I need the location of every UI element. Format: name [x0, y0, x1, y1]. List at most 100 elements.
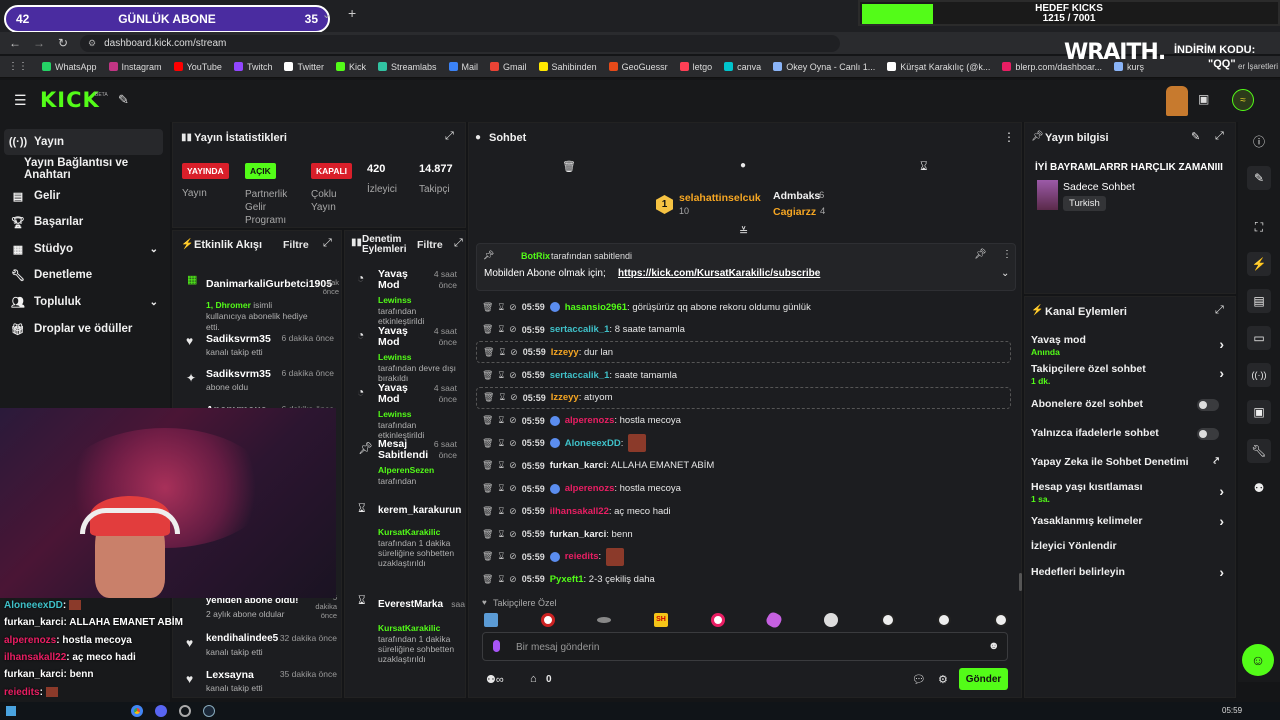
taskbar-steam-icon[interactable] [203, 705, 215, 717]
bookmark-item[interactable]: Twitch [233, 62, 272, 72]
emote-icon[interactable] [993, 613, 1008, 627]
pinned-link[interactable]: https://kick.com/KursatKarakilic/subscri… [618, 268, 820, 279]
bookmark-item[interactable]: canva [724, 62, 761, 72]
emote-icon[interactable] [540, 613, 555, 627]
ban-icon[interactable]: ⊘ [509, 324, 517, 335]
collapse-icon[interactable]: ≚ [739, 225, 748, 238]
timeout-icon[interactable]: ⌛︎ [499, 392, 505, 403]
followers-only-action[interactable]: Takipçilere özel sohbet 1 dk. › [1031, 363, 1227, 387]
chat-icon[interactable]: ▭ [1247, 326, 1271, 350]
delete-message-icon[interactable]: 🗑︎ [482, 324, 493, 335]
account-age-action[interactable]: Hesap yaşı kısıtlaması 1 sa. › [1031, 481, 1227, 505]
bookmark-item[interactable]: Mail [448, 62, 478, 72]
bookmark-item[interactable]: YouTube [173, 62, 222, 72]
taskbar-chrome-icon[interactable] [131, 705, 143, 717]
ban-icon[interactable]: ⊘ [509, 415, 517, 426]
emotes-only-action[interactable]: Yalnızca ifadelerle sohbet [1031, 427, 1227, 441]
bookmark-item[interactable]: Twitter [284, 62, 324, 72]
emote-icon[interactable] [937, 613, 952, 627]
bookmark-item[interactable]: letgo [679, 62, 712, 72]
list-icon[interactable]: ▤ [1247, 289, 1271, 313]
taskbar-discord-icon[interactable] [155, 705, 167, 717]
delete-message-icon[interactable]: 🗑︎ [482, 302, 493, 313]
delete-message-icon[interactable]: 🗑︎ [482, 574, 493, 585]
bookmark-item[interactable]: Streamlabs [377, 62, 437, 72]
chat-message[interactable]: 🗑︎ ⌛︎ ⊘ 05:59 sertaccalik_1: saate tamamla [482, 364, 677, 386]
subscribers-only-toggle[interactable] [1197, 399, 1219, 411]
chat-settings-bubble-icon[interactable]: 💬︎ [912, 673, 926, 686]
more-icon[interactable]: ⋮ [1003, 130, 1015, 144]
hourglass-icon[interactable]: ⌛︎ [920, 159, 928, 174]
timeout-icon[interactable]: ⌛︎ [498, 370, 504, 381]
info-icon[interactable]: ⓘ [1247, 129, 1271, 153]
scan-icon[interactable]: ⛶ [1247, 215, 1271, 239]
message-username[interactable]: ilhansakall22 [550, 506, 609, 517]
mic-icon[interactable] [493, 640, 500, 652]
emote-icon[interactable] [823, 613, 838, 627]
chat-mode-icon[interactable]: ● [740, 160, 746, 171]
sidebar-item-basarilar[interactable]: 🏆︎ Başarılar [0, 209, 170, 235]
emote-icon[interactable] [764, 610, 784, 630]
pin-icon[interactable]: ✎ [118, 92, 129, 108]
chat-message[interactable]: 🗑︎ ⌛︎ ⊘ 05:59 AloneeexDD: [482, 432, 647, 454]
message-username[interactable]: furkan_karci [550, 529, 607, 540]
message-username[interactable]: Pyxeft1 [550, 574, 584, 585]
ban-icon[interactable]: ⊘ [509, 574, 517, 585]
activity-filter-button[interactable]: Filtre [283, 239, 309, 251]
message-username[interactable]: reiedits [565, 551, 599, 562]
bookmark-item[interactable]: GeoGuessr [608, 62, 668, 72]
ban-icon[interactable]: ⊘ [509, 506, 517, 517]
bookmark-item[interactable]: Instagram [108, 62, 162, 72]
sidebar-item-gelir[interactable]: ▤ Gelir [0, 183, 170, 209]
banned-words-action[interactable]: Yasaklanmış kelimeler › [1031, 513, 1227, 529]
bolt-icon[interactable]: ⚡ [1247, 252, 1271, 276]
chat-message[interactable]: 🗑︎ ⌛︎ ⊘ 05:59 furkan_karci: ALLAHA EMANET AB… [482, 455, 714, 477]
emoji-icon[interactable]: ☻ [988, 640, 1000, 652]
subscribers-only-action[interactable]: Abonelere özel sohbet [1031, 398, 1227, 412]
emote-icon[interactable] [484, 613, 498, 627]
chat-message[interactable]: 🗑︎ ⌛︎ ⊘ 05:59 Pyxeft1: 2-3 çekiliş daha [482, 568, 655, 590]
slow-mode-action[interactable]: Yavaş mod Anında › [1031, 334, 1227, 358]
leader-name[interactable]: Admbaks [773, 190, 820, 202]
chat-message[interactable]: 🗑︎ ⌛︎ ⊘ 05:59 alperenozs: hostla mecoya [482, 410, 681, 432]
tab-dropdown-icon[interactable]: ⌄ [322, 8, 331, 21]
chat-scrollbar[interactable] [1019, 573, 1022, 591]
delete-message-icon[interactable]: 🗑︎ [483, 347, 494, 358]
points-icon[interactable]: ⚉∞ [486, 673, 504, 686]
taskbar-app-icon[interactable] [179, 705, 191, 717]
bookmark-item[interactable]: Gmail [490, 62, 527, 72]
emote-icon[interactable] [597, 617, 612, 623]
gear-icon[interactable]: ⚙ [938, 673, 948, 686]
expand-pinned-icon[interactable]: ⌄ [1001, 268, 1009, 279]
emote-icon[interactable] [710, 613, 725, 627]
bookmark-item[interactable]: Sahibinden [538, 62, 597, 72]
chat-message[interactable]: 🗑︎ ⌛︎ ⊘ 05:59 Izzeyy: atıyom [476, 386, 1011, 409]
timeout-icon[interactable]: ⌛︎ [498, 506, 504, 517]
ban-icon[interactable]: ⊘ [509, 460, 517, 471]
message-username[interactable]: Izzeyy [551, 347, 579, 358]
bookmark-item[interactable]: Okey Oyna - Canlı 1... [773, 62, 875, 72]
menu-icon[interactable]: ☰ [14, 92, 27, 109]
ai-moderation-action[interactable]: Yapay Zeka ile Sohbet Denetimi ⤤ [1031, 456, 1227, 470]
chat-message[interactable]: 🗑︎ ⌛︎ ⊘ 05:59 sertaccalik_1: 8 saate tamamla [482, 319, 685, 341]
emote-icon[interactable] [880, 613, 895, 627]
message-username[interactable]: AloneeexDD [565, 438, 621, 449]
ban-icon[interactable]: ⊘ [509, 302, 517, 313]
chat-message[interactable]: 🗑︎ ⌛︎ ⊘ 05:59 alperenozs: hostla mecoya [482, 478, 681, 500]
timeout-icon[interactable]: ⌛︎ [498, 302, 504, 313]
chat-message[interactable]: 🗑︎ ⌛︎ ⊘ 05:59 reiedits: [482, 546, 625, 568]
modlog-filter-button[interactable]: Filtre [417, 239, 443, 251]
delete-message-icon[interactable]: 🗑︎ [482, 551, 493, 562]
unpin-icon[interactable]: 📌︎ [974, 249, 987, 260]
bookmark-item[interactable]: Kürşat Karakılıç (@k... [887, 62, 990, 72]
apps-icon[interactable]: ⋮⋮ [8, 61, 28, 72]
bookmarks-other-label[interactable]: er İşaretleri [1238, 62, 1278, 71]
message-username[interactable]: alperenozs [565, 415, 615, 426]
timeout-icon[interactable]: ⌛︎ [498, 438, 504, 449]
set-goals-action[interactable]: Hedefleri belirleyin › [1031, 564, 1227, 580]
user-avatar[interactable]: ≈ [1232, 89, 1254, 111]
ban-icon[interactable]: ⊘ [509, 370, 517, 381]
store-icon[interactable]: ⌂ [530, 673, 537, 685]
delete-message-icon[interactable]: 🗑︎ [482, 529, 493, 540]
delete-message-icon[interactable]: 🗑︎ [482, 415, 493, 426]
